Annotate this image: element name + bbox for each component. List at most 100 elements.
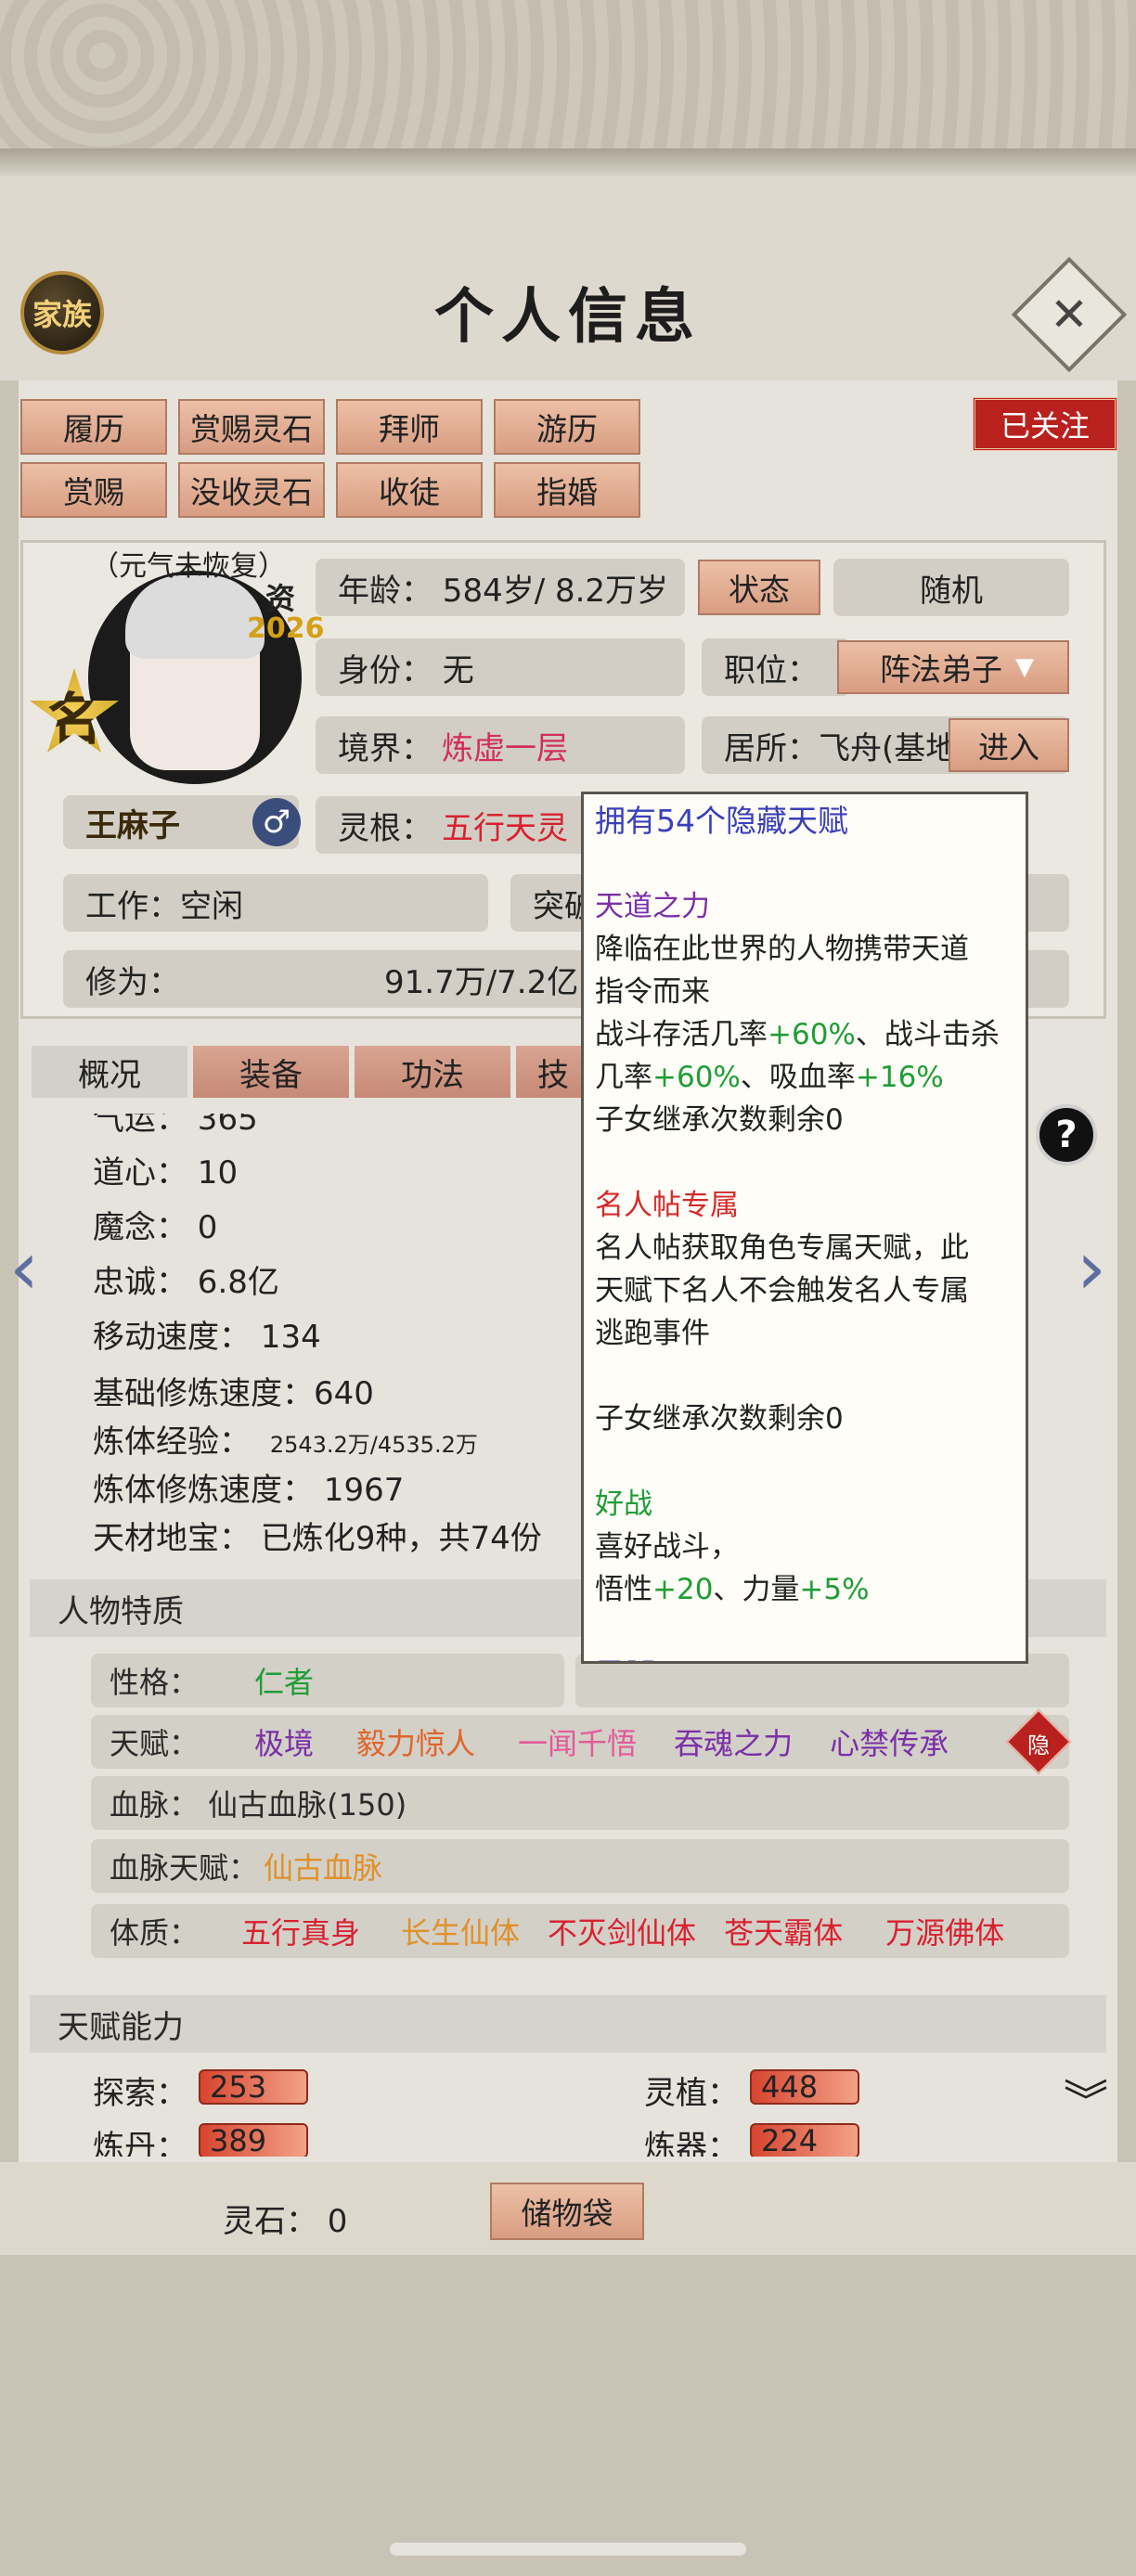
physique-row: 体质： 五行真身 长生仙体 不灭剑仙体 苍天霸体 万源佛体: [91, 1904, 1069, 1958]
identity-field: 身份： 无: [316, 638, 685, 696]
previous-arrow-icon[interactable]: ‹: [9, 1225, 39, 1311]
aptitude-value: 2026: [247, 612, 325, 645]
body-cultivation-speed-stat: 炼体修炼速度： 1967: [93, 1472, 405, 1509]
ability-label: 炼丹：: [93, 2129, 187, 2157]
avatar-hair: [125, 575, 265, 659]
hidden-talents-popup: 拥有54个隐藏天赋 天道之力 降临在此世界的人物携带天道 指令而来 战斗存活几率…: [581, 792, 1028, 1664]
tab-equipment[interactable]: 装备: [193, 1046, 349, 1098]
ability-label: 探索：: [93, 2075, 187, 2112]
bonus-value: +60%: [652, 1061, 741, 1094]
spirit-root-value: 五行天灵: [442, 809, 568, 847]
text: 、力量: [713, 1573, 800, 1606]
cultivation-label: 修为：: [85, 963, 180, 1001]
bloodline-row: 血脉： 仙古血脉(150): [91, 1776, 1069, 1830]
personality-label: 性格：: [110, 1665, 200, 1700]
bonus-value: +60%: [768, 1018, 856, 1051]
talent-item[interactable]: 吞魂之力: [674, 1720, 793, 1763]
position-value: 阵法弟子: [880, 651, 1002, 688]
chevron-down-icon: ▼: [1015, 653, 1034, 681]
followed-badge[interactable]: 已关注: [973, 397, 1117, 451]
position-select[interactable]: 阵法弟子 ▼: [837, 640, 1069, 694]
move-speed-stat: 移动速度： 134: [93, 1319, 321, 1356]
text: 、吸血率: [740, 1061, 856, 1094]
ability-value-bar: 224: [750, 2123, 859, 2157]
travel-button[interactable]: 游历: [494, 399, 640, 455]
cultivation-value: 91.7万/7.2亿: [384, 963, 579, 1001]
talent-item[interactable]: 一闻千悟: [518, 1720, 637, 1763]
physique-item[interactable]: 万源佛体: [885, 1910, 1004, 1952]
random-button[interactable]: 随机: [833, 559, 1069, 616]
arrange-marriage-button[interactable]: 指婚: [494, 462, 640, 518]
physique-item[interactable]: 苍天霸体: [724, 1910, 843, 1952]
scroll-down-icon[interactable]: ︾: [1064, 2080, 1108, 2124]
home-indicator: [390, 2543, 746, 2556]
talent-desc: 指令而来: [595, 975, 710, 1009]
ability-label: 灵植：: [644, 2075, 739, 2112]
spirit-root-label: 灵根：: [338, 809, 432, 847]
talent-item[interactable]: 心禁传承: [830, 1720, 949, 1763]
spirit-stone-count: 灵石： 0: [223, 2203, 348, 2240]
enter-button[interactable]: 进入: [949, 718, 1069, 772]
bloodline-talent-label: 血脉天赋：: [110, 1850, 259, 1886]
help-icon[interactable]: ?: [1036, 1104, 1097, 1166]
confiscate-stones-button[interactable]: 没收灵石: [178, 462, 325, 518]
dao-heart-stat: 道心： 10: [93, 1154, 239, 1191]
abilities-clip: 炼丹： 389 炼器： 224: [19, 2121, 1104, 2157]
reward-stones-button[interactable]: 赏赐灵石: [178, 399, 325, 455]
talent-name: 灵腿: [595, 1654, 1014, 1661]
demon-stat: 魔念： 0: [93, 1209, 218, 1246]
talent-desc: 降临在此世界的人物携带天道: [595, 933, 969, 966]
ability-value-bar: 389: [199, 2123, 308, 2157]
physique-item[interactable]: 长生仙体: [401, 1910, 520, 1952]
base-cultivation-speed-stat: 基础修炼速度：640: [93, 1375, 374, 1412]
resume-button[interactable]: 履历: [20, 399, 167, 455]
talent-item[interactable]: 毅力惊人: [356, 1720, 475, 1763]
personality-row: 性格： 仁者: [91, 1654, 564, 1707]
bloodline-talent-value: 仙古血脉: [264, 1850, 383, 1886]
header-shadow: [0, 148, 1136, 176]
talent-desc: 名人帖获取角色专属天赋，此: [595, 1231, 969, 1265]
storage-bag-button[interactable]: 储物袋: [490, 2183, 644, 2240]
text: 悟性: [595, 1573, 652, 1606]
personality-value: 仁者: [254, 1665, 315, 1700]
talent-desc: 子女继承次数剩余0: [595, 1103, 844, 1137]
physique-item[interactable]: 五行真身: [241, 1910, 360, 1952]
talent-desc: 战斗存活几率+60%、战斗击杀: [595, 1013, 1014, 1056]
text: 战斗存活几率: [595, 1018, 768, 1051]
male-icon: ♂: [252, 798, 301, 846]
loyalty-stat: 忠诚： 6.8亿: [93, 1264, 279, 1301]
text: 几率: [595, 1061, 652, 1094]
status-button[interactable]: 状态: [698, 560, 820, 615]
talent-desc: 子女继承次数剩余0: [595, 1402, 844, 1436]
family-button[interactable]: 家族: [20, 271, 104, 354]
close-icon[interactable]: ✕: [1028, 274, 1110, 355]
age-field: 年龄： 584岁/ 8.2万岁: [316, 559, 685, 616]
realm-label: 境界：: [338, 729, 432, 767]
status-note: （元气未恢复）: [91, 550, 286, 583]
tab-techniques[interactable]: 功法: [355, 1046, 510, 1098]
apprentice-to-button[interactable]: 拜师: [336, 399, 483, 455]
talent-desc: 逃跑事件: [595, 1317, 710, 1350]
ability-value-bar: 448: [750, 2069, 859, 2105]
talent-label: 天赋：: [110, 1726, 200, 1761]
take-disciple-button[interactable]: 收徒: [336, 462, 483, 518]
talent-desc: 悟性+20、力量+5%: [595, 1568, 1014, 1611]
talents-row: 天赋： 极境 毅力惊人 一闻千悟 吞魂之力 心禁传承: [91, 1715, 1069, 1769]
next-arrow-icon[interactable]: ›: [1077, 1225, 1106, 1311]
work-field: 工作：空闲: [63, 874, 488, 932]
text: 、战斗击杀: [855, 1018, 1000, 1051]
talent-name: 名人帖专属: [595, 1189, 739, 1222]
tab-skills[interactable]: 技: [516, 1046, 590, 1098]
ability-value-bar: 253: [199, 2069, 308, 2105]
tab-overview[interactable]: 概况: [32, 1046, 187, 1098]
bloodline-talent-row: 血脉天赋： 仙古血脉: [91, 1839, 1069, 1893]
talent-name: 天道之力: [595, 890, 710, 923]
reward-button[interactable]: 赏赐: [20, 462, 167, 518]
physique-item[interactable]: 不灭剑仙体: [548, 1910, 696, 1952]
body-exp-label: 炼体经验：: [93, 1423, 251, 1461]
body-exp-stat: 炼体经验： 2543.2万/4535.2万: [93, 1416, 478, 1462]
hidden-talent-badge[interactable]: 隐: [1015, 1722, 1062, 1763]
body-exp-value: 2543.2万/4535.2万: [269, 1432, 478, 1458]
talent-item[interactable]: 极境: [254, 1720, 314, 1763]
bloodline-text: 血脉： 仙古血脉(150): [110, 1787, 407, 1823]
